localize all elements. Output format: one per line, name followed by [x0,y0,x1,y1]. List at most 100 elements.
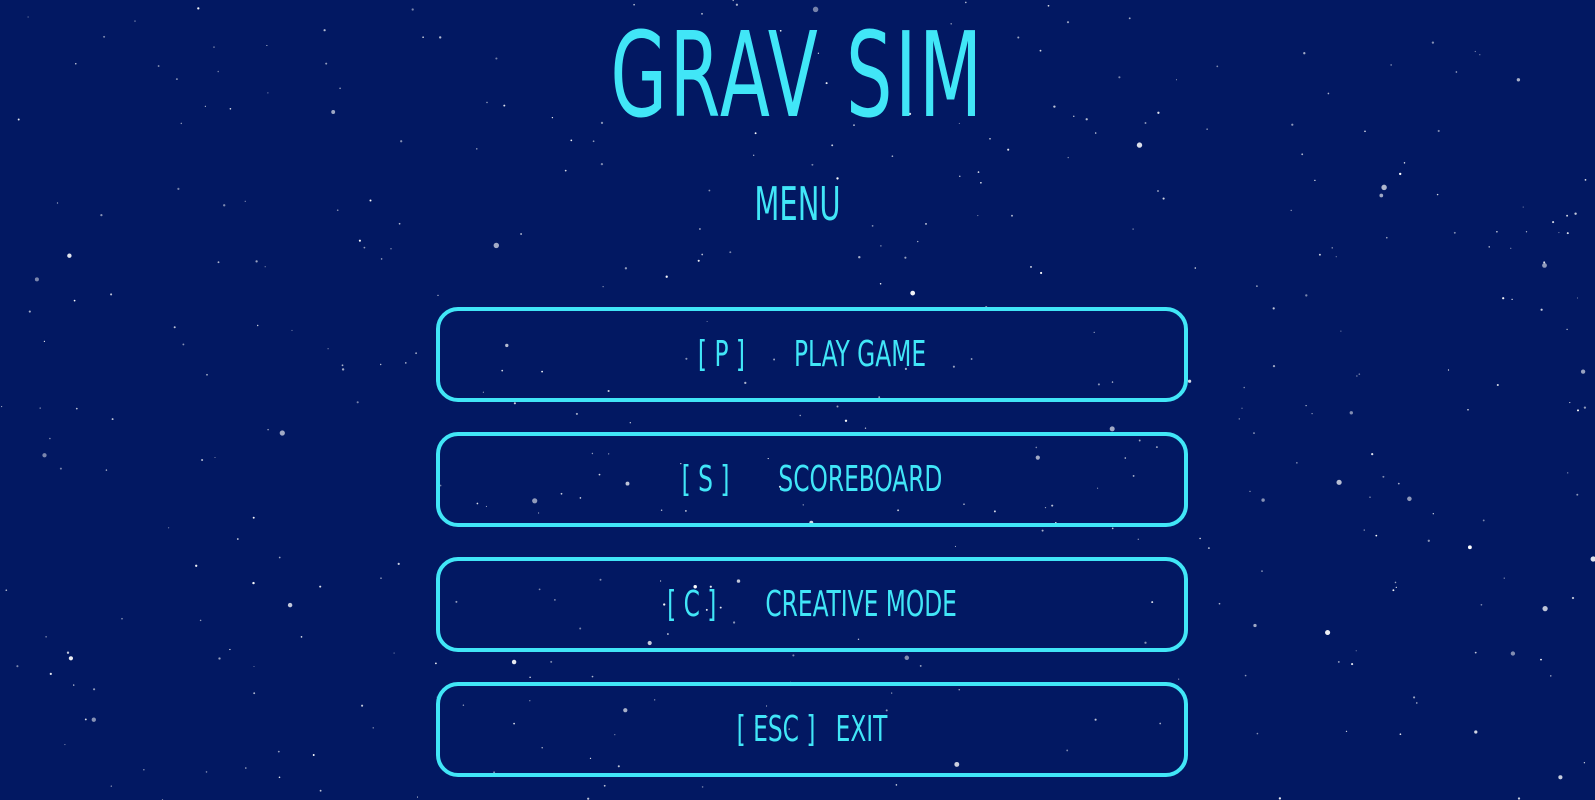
scoreboard-button-content: [ S ] SCOREBOARD [544,436,1080,523]
star [1584,179,1587,181]
star [223,204,226,207]
star [1318,253,1321,256]
star [49,437,51,440]
star [1375,534,1378,537]
star [1336,479,1342,485]
star [520,233,523,235]
star [1558,775,1563,780]
star [591,675,594,678]
star [73,299,76,302]
star [252,581,255,585]
star [1583,406,1587,409]
star [437,294,439,297]
star [1241,407,1243,409]
star [1111,527,1114,530]
star [1337,660,1340,663]
star [1479,54,1481,56]
star [701,786,704,788]
star [1272,365,1276,368]
star [603,784,606,787]
star [917,240,919,243]
star [175,78,178,81]
star [1503,577,1505,579]
star [111,418,114,421]
star [358,239,361,242]
star [1,406,3,408]
exit-button[interactable]: [ ESC ] EXIT [436,682,1188,777]
star [100,213,103,217]
star [1558,232,1560,234]
exit-key-hint: [ ESC ] [736,709,816,750]
star [1303,52,1306,55]
star [1371,453,1374,456]
star [1397,482,1400,485]
star [1566,214,1569,217]
game-screen: GRAV SIM MENU [ P ] PLAY GAME [ S ] SCOR… [0,0,1595,800]
scoreboard-button[interactable]: [ S ] SCOREBOARD [436,432,1188,527]
star [1431,41,1435,44]
star [1243,386,1245,389]
star [1566,232,1569,235]
star [1253,432,1255,435]
star [252,516,255,519]
star [753,154,755,156]
star [1399,172,1402,176]
star [435,662,437,665]
star [1261,570,1263,572]
star [49,672,52,676]
star [904,655,910,661]
star [182,343,185,346]
star [895,784,898,786]
star [64,744,66,746]
star [864,427,867,429]
star [67,253,72,258]
star [550,660,553,663]
star [1543,261,1546,264]
star [300,636,303,638]
star [229,108,232,110]
star [1363,529,1365,531]
star [1199,537,1201,540]
star [1041,529,1044,532]
star [1511,298,1513,301]
play-game-button[interactable]: [ P ] PLAY GAME [436,307,1188,402]
star [68,656,74,661]
scoreboard-label: SCOREBOARD [778,459,943,500]
star [279,430,285,436]
star [1272,307,1275,310]
star [919,664,922,667]
star [1007,148,1010,151]
star [1349,411,1353,415]
star [1178,678,1180,680]
star [287,602,293,608]
star [157,65,160,67]
star [1517,797,1521,800]
star [511,659,517,665]
star [1540,658,1542,661]
star [91,717,96,722]
star [1488,246,1490,248]
star [1381,184,1387,191]
star [1137,538,1140,540]
star [405,362,407,364]
star [732,0,734,2]
star [56,202,59,204]
star [1364,130,1366,133]
star [45,636,47,638]
star [1482,519,1485,522]
star [278,556,281,559]
star [977,171,980,173]
star [1030,265,1032,268]
star [213,46,215,48]
star [1379,193,1384,198]
star [575,412,578,415]
menu-heading: MENU [754,177,841,231]
star [1386,236,1388,239]
star [1552,221,1555,224]
creative-mode-button[interactable]: [ C ] CREATIVE MODE [436,557,1188,652]
star [218,657,221,660]
star [1474,50,1476,53]
star [415,352,417,355]
star [1392,589,1395,592]
star [1516,78,1521,82]
